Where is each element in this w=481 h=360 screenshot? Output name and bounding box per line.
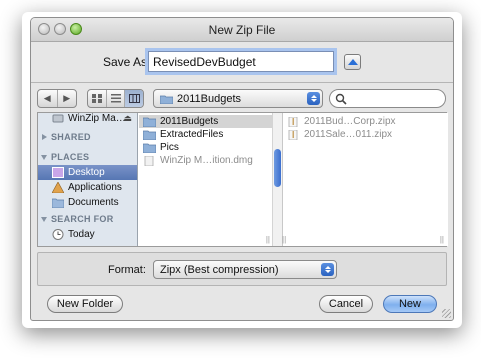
list-item-winzip-dmg[interactable]: WinZip M…ition.dmg xyxy=(139,154,282,167)
divider xyxy=(31,82,453,83)
sidebar-item-label: Documents xyxy=(68,197,119,208)
item-label: 2011Bud…Corp.zipx xyxy=(304,116,396,127)
folder-icon xyxy=(143,130,156,140)
eject-icon[interactable]: ⏏ xyxy=(123,113,132,124)
location-label: 2011Budgets xyxy=(177,92,242,105)
section-label: SEARCH FOR xyxy=(51,214,114,224)
popup-arrows-icon xyxy=(321,263,334,276)
section-label: SHARED xyxy=(51,132,91,142)
item-label: Pics xyxy=(160,142,179,153)
applications-icon xyxy=(52,182,64,193)
folder-icon xyxy=(160,95,173,104)
column-2[interactable]: 2011Bud…Corp.zipx 2011Sale…011.zipx || |… xyxy=(282,113,448,246)
column-resize-handle[interactable]: || xyxy=(440,235,444,244)
back-forward-buttons: ◀ ▶ xyxy=(37,89,77,108)
triangle-up-icon xyxy=(347,59,358,65)
zip-file-icon xyxy=(288,129,298,140)
disclosure-triangle-open-icon[interactable] xyxy=(41,154,47,160)
format-label: Format: xyxy=(108,264,146,276)
sidebar-section-search-for[interactable]: SEARCH FOR xyxy=(38,212,137,226)
sidebar-item-desktop[interactable]: Desktop xyxy=(38,165,137,180)
section-label: PLACES xyxy=(51,152,90,162)
column-1[interactable]: 2011Budgets ExtractedFiles Pics WinZip M… xyxy=(139,113,283,246)
list-item-zipx-sales[interactable]: 2011Sale…011.zipx xyxy=(283,128,448,141)
navigation-toolbar: ◀ ▶ 2011Budgets xyxy=(31,88,453,110)
save-dialog: New Zip File Save As: RevisedDevBudget ◀… xyxy=(30,17,454,321)
documents-icon xyxy=(52,198,64,208)
sidebar[interactable]: WinZip Ma… ⏏ SHARED PLACES Desktop Appli… xyxy=(38,113,138,246)
sidebar-item-label: Today xyxy=(68,229,95,240)
item-label: 2011Sale…011.zipx xyxy=(304,129,393,140)
list-item-2011budgets[interactable]: 2011Budgets xyxy=(139,115,282,128)
column-resize-handle[interactable]: || xyxy=(266,235,270,244)
sidebar-item-winzip-mac[interactable]: WinZip Ma… ⏏ xyxy=(38,113,137,126)
cancel-button[interactable]: Cancel xyxy=(319,295,373,313)
format-panel: Format: Zipx (Best compression) xyxy=(37,252,447,286)
new-folder-button[interactable]: New Folder xyxy=(47,295,123,313)
save-as-label: Save As: xyxy=(103,55,151,69)
column-resize-handle[interactable]: || xyxy=(282,235,286,244)
format-popup[interactable]: Zipx (Best compression) xyxy=(153,260,337,279)
popup-arrows-icon xyxy=(307,92,320,105)
sidebar-item-label: Applications xyxy=(68,182,122,193)
scrollbar-thumb[interactable] xyxy=(274,149,281,187)
list-item-extractedfiles[interactable]: ExtractedFiles xyxy=(139,128,282,141)
scrollbar-vertical[interactable] xyxy=(272,113,282,246)
search-input[interactable] xyxy=(329,89,446,108)
location-popup[interactable]: 2011Budgets xyxy=(153,89,323,108)
resize-grip-icon[interactable] xyxy=(442,309,451,318)
sidebar-item-applications[interactable]: Applications xyxy=(38,180,137,195)
format-value: Zipx (Best compression) xyxy=(160,263,279,276)
save-as-input[interactable]: RevisedDevBudget xyxy=(148,51,334,72)
icon-view-icon[interactable] xyxy=(88,90,107,107)
zip-file-icon xyxy=(288,116,298,127)
file-browser: WinZip Ma… ⏏ SHARED PLACES Desktop Appli… xyxy=(37,112,448,247)
save-as-row: Save As: RevisedDevBudget xyxy=(31,50,453,74)
document-icon xyxy=(144,155,154,166)
forward-arrow-icon[interactable]: ▶ xyxy=(58,90,77,107)
sidebar-section-shared[interactable]: SHARED xyxy=(38,130,137,144)
sidebar-item-documents[interactable]: Documents xyxy=(38,195,137,210)
list-view-icon[interactable] xyxy=(107,90,126,107)
item-label: 2011Budgets xyxy=(160,116,219,127)
window-title: New Zip File xyxy=(208,23,276,37)
list-item-pics[interactable]: Pics xyxy=(139,141,282,154)
disk-icon xyxy=(52,114,64,123)
collapse-button[interactable] xyxy=(344,54,361,70)
sidebar-item-label: WinZip Ma… xyxy=(68,113,126,124)
clock-icon xyxy=(52,229,64,240)
sidebar-item-today[interactable]: Today xyxy=(38,227,137,242)
column-view-icon[interactable] xyxy=(125,90,143,107)
sidebar-item-label: Desktop xyxy=(68,167,105,178)
item-label: ExtractedFiles xyxy=(160,129,224,140)
new-button[interactable]: New xyxy=(383,295,437,313)
disclosure-triangle-open-icon[interactable] xyxy=(41,216,47,222)
sidebar-section-places[interactable]: PLACES xyxy=(38,150,137,164)
disclosure-triangle-icon[interactable] xyxy=(42,134,47,140)
title-bar[interactable]: New Zip File xyxy=(31,18,453,42)
folder-icon xyxy=(143,117,156,127)
view-mode-control xyxy=(87,89,144,108)
desktop-icon xyxy=(52,167,64,178)
list-item-zipx-corp[interactable]: 2011Bud…Corp.zipx xyxy=(283,115,448,128)
search-icon xyxy=(335,93,347,105)
folder-icon xyxy=(143,143,156,153)
item-label: WinZip M…ition.dmg xyxy=(160,155,253,166)
back-arrow-icon[interactable]: ◀ xyxy=(38,90,58,107)
